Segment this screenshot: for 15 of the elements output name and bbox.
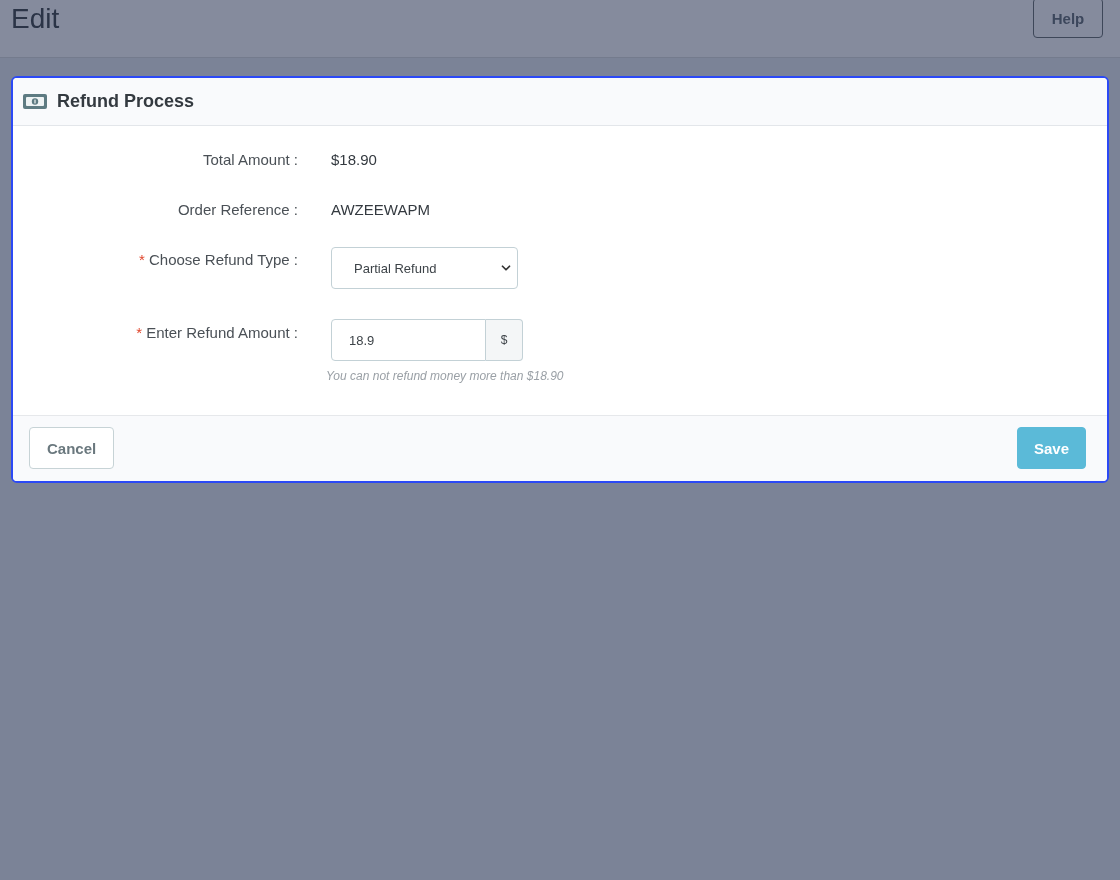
field-label: Order Reference : <box>176 200 298 220</box>
refund-amount-input[interactable]: 18.9 <box>331 319 486 361</box>
currency-addon: $ <box>486 319 523 361</box>
field-value: $18.90 <box>331 150 377 170</box>
field-value: AWZEEWAPM <box>331 200 430 220</box>
dialog-title: Refund Process <box>57 91 195 112</box>
banknote-icon <box>23 94 47 109</box>
help-button[interactable]: Help <box>1033 0 1103 38</box>
field-label: * Enter Refund Amount : <box>135 323 298 343</box>
cancel-button[interactable]: Cancel <box>29 427 115 469</box>
field-label: * Choose Refund Type : <box>138 250 298 270</box>
field-label: Total Amount : <box>201 150 298 170</box>
help-text: You can not refund money more than $18.90 <box>326 369 564 383</box>
page-title: Edit <box>11 2 60 36</box>
refund-type-select[interactable]: Partial Refund <box>331 247 518 289</box>
